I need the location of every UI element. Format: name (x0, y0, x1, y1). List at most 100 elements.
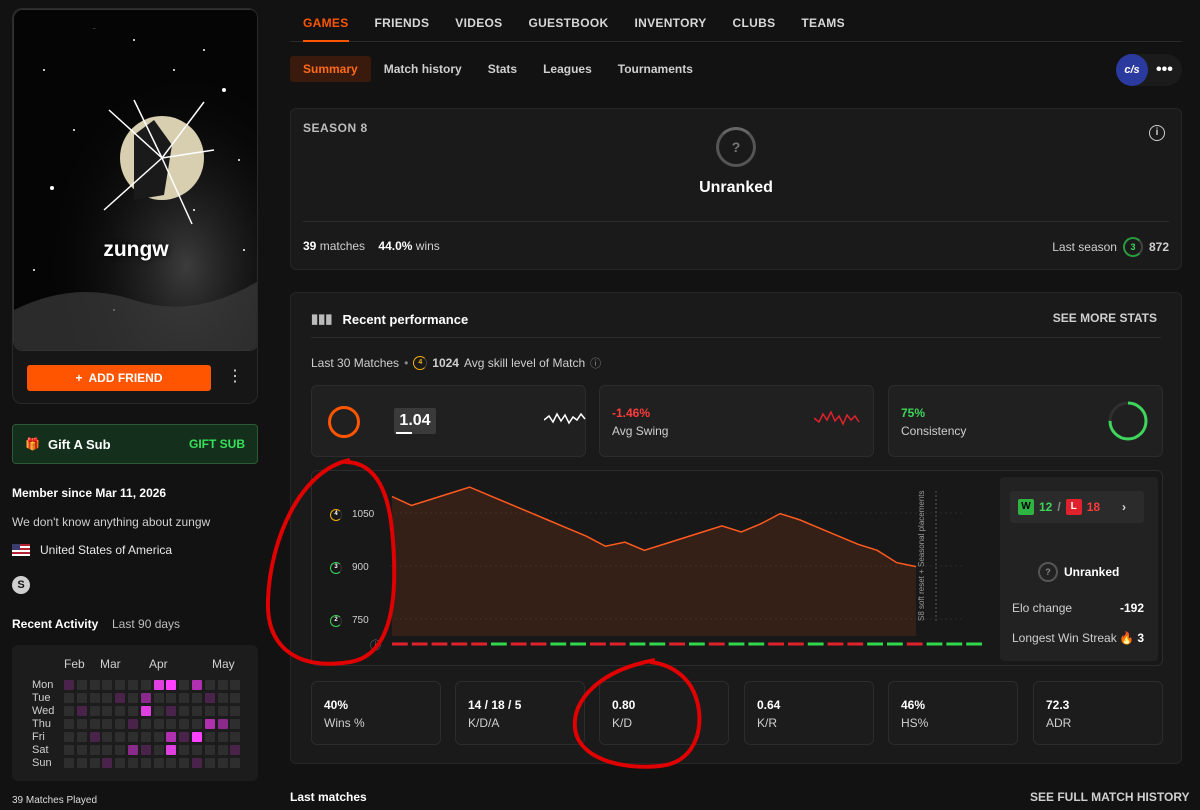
tab-clubs[interactable]: CLUBS (733, 0, 776, 42)
heatmap-cell[interactable] (102, 693, 113, 703)
heatmap-cell[interactable] (102, 680, 113, 690)
heatmap-cell[interactable] (204, 758, 215, 768)
heatmap-cell[interactable] (89, 719, 100, 729)
heatmap-cell[interactable] (76, 680, 87, 690)
heatmap-cell[interactable] (153, 719, 164, 729)
heatmap-cell[interactable] (89, 732, 100, 742)
heatmap-cell[interactable] (179, 680, 190, 690)
heatmap-cell[interactable] (102, 758, 113, 768)
heatmap-cell[interactable] (230, 680, 241, 690)
heatmap-cell[interactable] (64, 719, 74, 729)
heatmap-cell[interactable] (76, 693, 87, 703)
heatmap-cell[interactable] (166, 693, 177, 703)
heatmap-cell[interactable] (128, 758, 138, 768)
heatmap-cell[interactable] (64, 732, 74, 742)
heatmap-cell[interactable] (128, 732, 138, 742)
full-match-history-link[interactable]: SEE FULL MATCH HISTORY (1030, 790, 1190, 804)
heatmap-cell[interactable] (89, 706, 100, 716)
heatmap-cell[interactable] (217, 758, 228, 768)
heatmap-cell[interactable] (192, 693, 202, 703)
heatmap-cell[interactable] (192, 745, 202, 755)
heatmap-cell[interactable] (140, 680, 151, 690)
heatmap-cell[interactable] (153, 680, 164, 690)
heatmap-cell[interactable] (128, 680, 138, 690)
heatmap-cell[interactable] (64, 706, 74, 716)
heatmap-cell[interactable] (76, 706, 87, 716)
subtab-leagues[interactable]: Leagues (530, 56, 605, 82)
heatmap-cell[interactable] (76, 732, 87, 742)
heatmap-cell[interactable] (102, 706, 113, 716)
heatmap-cell[interactable] (153, 693, 164, 703)
heatmap-cell[interactable] (204, 745, 215, 755)
subtab-tournaments[interactable]: Tournaments (605, 56, 706, 82)
heatmap-cell[interactable] (230, 732, 241, 742)
heatmap-cell[interactable] (153, 706, 164, 716)
heatmap-cell[interactable] (166, 706, 177, 716)
heatmap-cell[interactable] (115, 719, 126, 729)
gift-sub-button[interactable]: GIFT SUB (189, 437, 245, 451)
heatmap-cell[interactable] (217, 719, 228, 729)
heatmap-cell[interactable] (179, 719, 190, 729)
tab-videos[interactable]: VIDEOS (455, 0, 502, 42)
heatmap-cell[interactable] (217, 680, 228, 690)
heatmap-cell[interactable] (64, 680, 74, 690)
heatmap-cell[interactable] (179, 732, 190, 742)
heatmap-cell[interactable] (179, 693, 190, 703)
gift-sub-banner[interactable]: 🎁 Gift A Sub GIFT SUB (12, 424, 258, 464)
heatmap-cell[interactable] (192, 706, 202, 716)
heatmap-cell[interactable] (217, 745, 228, 755)
heatmap-cell[interactable] (140, 693, 151, 703)
heatmap-cell[interactable] (140, 732, 151, 742)
heatmap-cell[interactable] (153, 745, 164, 755)
more-options-icon[interactable]: ⋮ (227, 367, 243, 387)
heatmap-cell[interactable] (179, 758, 190, 768)
heatmap-cell[interactable] (64, 745, 74, 755)
heatmap-cell[interactable] (64, 693, 74, 703)
heatmap-cell[interactable] (115, 732, 126, 742)
heatmap-cell[interactable] (140, 719, 151, 729)
see-more-stats-link[interactable]: SEE MORE STATS (1053, 311, 1157, 325)
steam-icon[interactable]: S (12, 576, 30, 594)
team-switcher[interactable]: c/s ••• (1116, 54, 1182, 86)
heatmap-cell[interactable] (192, 680, 202, 690)
tab-games[interactable]: GAMES (303, 0, 349, 42)
tab-friends[interactable]: FRIENDS (375, 0, 430, 42)
heatmap-cell[interactable] (230, 693, 241, 703)
heatmap-cell[interactable] (128, 745, 138, 755)
heatmap-cell[interactable] (89, 745, 100, 755)
heatmap-cell[interactable] (204, 732, 215, 742)
subtab-match-history[interactable]: Match history (371, 56, 475, 82)
team-logo[interactable]: c/s (1116, 54, 1148, 86)
info-icon[interactable]: i (1149, 125, 1165, 141)
heatmap-cell[interactable] (204, 706, 215, 716)
heatmap-cell[interactable] (217, 732, 228, 742)
heatmap-cell[interactable] (204, 719, 215, 729)
heatmap-cell[interactable] (217, 693, 228, 703)
heatmap-cell[interactable] (140, 758, 151, 768)
heatmap-cell[interactable] (230, 706, 241, 716)
heatmap-cell[interactable] (115, 758, 126, 768)
heatmap-cell[interactable] (76, 719, 87, 729)
heatmap-cell[interactable] (76, 758, 87, 768)
heatmap-cell[interactable] (115, 680, 126, 690)
heatmap-cell[interactable] (192, 758, 202, 768)
heatmap-cell[interactable] (204, 693, 215, 703)
tab-guestbook[interactable]: GUESTBOOK (528, 0, 608, 42)
heatmap-cell[interactable] (166, 745, 177, 755)
heatmap-cell[interactable] (179, 745, 190, 755)
heatmap-cell[interactable] (115, 693, 126, 703)
tab-teams[interactable]: TEAMS (801, 0, 845, 42)
heatmap-cell[interactable] (217, 706, 228, 716)
win-loss-button[interactable]: W 12 / L 18 › (1010, 491, 1144, 523)
add-friend-button[interactable]: + ADD FRIEND (27, 365, 211, 391)
heatmap-cell[interactable] (89, 758, 100, 768)
more-icon[interactable]: ••• (1156, 61, 1173, 79)
heatmap-cell[interactable] (128, 693, 138, 703)
heatmap-cell[interactable] (102, 719, 113, 729)
heatmap-cell[interactable] (166, 680, 177, 690)
heatmap-cell[interactable] (192, 732, 202, 742)
heatmap-cell[interactable] (102, 732, 113, 742)
heatmap-cell[interactable] (230, 745, 241, 755)
heatmap-cell[interactable] (76, 745, 87, 755)
heatmap-cell[interactable] (64, 758, 74, 768)
